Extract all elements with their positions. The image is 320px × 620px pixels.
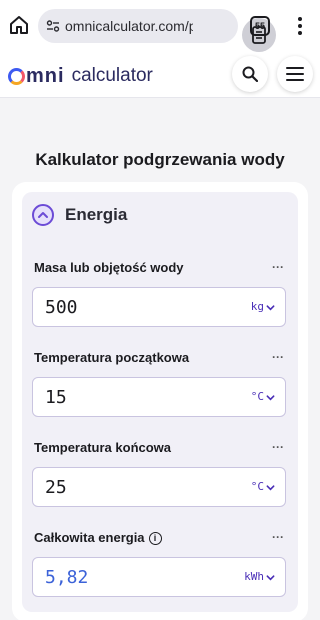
- final-temp-unit-select[interactable]: °C: [251, 480, 275, 493]
- initial-temp-input[interactable]: 15 °C: [32, 377, 286, 417]
- url-text: omnicalculator.com/pl: [65, 18, 193, 34]
- final-temp-more-button[interactable]: ···: [272, 440, 284, 454]
- search-icon: [242, 66, 258, 82]
- total-energy-unit: kWh: [244, 570, 264, 583]
- site-header: mni calculator: [0, 52, 320, 98]
- total-energy-label-text: Całkowita energia: [34, 530, 145, 545]
- final-temp-label: Temperatura końcowa: [34, 440, 172, 455]
- water-mass-value[interactable]: 500: [45, 297, 78, 318]
- info-icon[interactable]: i: [148, 532, 162, 545]
- calculator-card: Energia Masa lub objętość wody ··· 500 k…: [12, 182, 308, 620]
- chevron-down-icon: [266, 394, 275, 400]
- initial-temp-unit-select[interactable]: °C: [251, 390, 275, 403]
- browser-menu-icon[interactable]: [290, 15, 310, 37]
- final-temp-value[interactable]: 25: [45, 477, 67, 498]
- collapse-button[interactable]: [32, 204, 54, 226]
- address-bar[interactable]: omnicalculator.com/pl: [38, 9, 276, 52]
- initial-temp-more-button[interactable]: ···: [272, 350, 284, 364]
- hamburger-menu-button[interactable]: [277, 56, 313, 92]
- site-settings-icon[interactable]: [46, 19, 60, 33]
- chevron-down-icon: [266, 574, 275, 580]
- total-energy-input[interactable]: 5,82 kWh: [32, 557, 286, 597]
- initial-temp-value[interactable]: 15: [45, 387, 67, 408]
- water-mass-input[interactable]: 500 kg: [32, 287, 286, 327]
- logo-text: calculator: [71, 65, 153, 86]
- tab-switcher-button[interactable]: 55: [250, 16, 270, 36]
- logo-mark-icon: [8, 67, 25, 85]
- final-temp-input[interactable]: 25 °C: [32, 467, 286, 507]
- initial-temp-unit: °C: [250, 390, 264, 403]
- chevron-down-icon: [266, 484, 275, 490]
- search-button[interactable]: [232, 56, 268, 92]
- water-mass-unit: kg: [250, 300, 264, 313]
- home-icon[interactable]: [8, 14, 30, 36]
- total-energy-unit-select[interactable]: kWh: [244, 570, 275, 583]
- chevron-up-icon: [38, 212, 48, 218]
- chevron-down-icon: [266, 304, 275, 310]
- initial-temp-label: Temperatura początkowa: [34, 350, 190, 365]
- energy-section: Energia Masa lub objętość wody ··· 500 k…: [22, 192, 298, 612]
- water-mass-more-button[interactable]: ···: [272, 260, 284, 274]
- final-temp-unit: °C: [250, 480, 264, 493]
- omni-logo[interactable]: mni calculator: [8, 65, 153, 87]
- logo-mark-text: mni: [26, 64, 65, 87]
- water-mass-label: Masa lub objętość wody: [34, 260, 184, 275]
- browser-toolbar: omnicalculator.com/pl 55: [0, 0, 320, 52]
- section-title: Energia: [65, 205, 128, 224]
- water-mass-unit-select[interactable]: kg: [251, 300, 275, 313]
- section-header[interactable]: Energia: [22, 192, 298, 238]
- total-energy-value[interactable]: 5,82: [45, 567, 88, 588]
- total-energy-more-button[interactable]: ···: [272, 530, 284, 544]
- total-energy-label: Całkowita energia i: [34, 530, 162, 545]
- page-title: Kalkulator podgrzewania wody: [35, 150, 285, 169]
